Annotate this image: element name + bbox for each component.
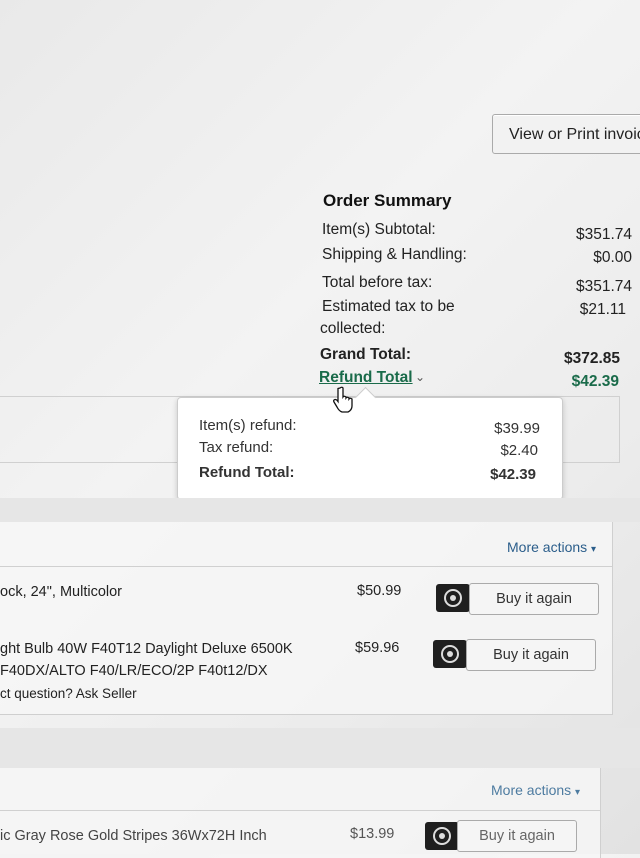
popover-refund-total-label: Refund Total: <box>199 464 295 481</box>
estimated-tax-value: $21.11 <box>579 301 626 318</box>
item-price: $13.99 <box>350 826 395 842</box>
estimated-tax-label-cont: collected: <box>320 320 386 337</box>
buy-again-icon[interactable] <box>433 640 467 668</box>
divider <box>0 566 612 567</box>
item-title[interactable]: ic Gray Rose Gold Stripes 36Wx72H Inch <box>0 828 267 844</box>
buy-again-icon[interactable] <box>436 584 470 612</box>
chevron-down-icon[interactable]: ⌄ <box>415 370 425 384</box>
more-actions-button[interactable]: More actions ▾ <box>491 782 580 798</box>
panel-border-right <box>619 396 620 462</box>
items-refund-value: $39.99 <box>494 420 540 437</box>
more-actions-label: More actions <box>491 782 572 798</box>
item-title[interactable]: ock, 24", Multicolor <box>0 584 122 600</box>
item-title[interactable]: ght Bulb 40W F40T12 Daylight Deluxe 6500… <box>0 641 293 657</box>
chevron-down-icon: ▾ <box>575 787 581 798</box>
items-refund-label: Item(s) refund: <box>199 417 297 434</box>
grand-total-value: $372.85 <box>563 350 620 367</box>
refund-total-link[interactable]: Refund Total <box>319 369 413 387</box>
item-price: $50.99 <box>357 583 402 599</box>
popover-refund-total-value: $42.39 <box>490 466 536 483</box>
grand-total-label: Grand Total: <box>320 346 411 363</box>
refund-total-value: $42.39 <box>571 373 619 390</box>
more-actions-button[interactable]: More actions ▾ <box>507 539 596 555</box>
item-price: $59.96 <box>355 640 400 656</box>
shipping-label: Shipping & Handling: <box>322 246 467 263</box>
subtotal-label: Item(s) Subtotal: <box>322 221 436 238</box>
subtotal-value: $351.74 <box>575 226 632 243</box>
total-before-tax-value: $351.74 <box>575 278 632 295</box>
tax-refund-label: Tax refund: <box>199 439 274 456</box>
buy-it-again-button[interactable]: Buy it again <box>469 583 599 615</box>
buy-it-again-button[interactable]: Buy it again <box>466 639 596 671</box>
ask-seller-link[interactable]: ct question? Ask Seller <box>0 686 137 701</box>
buy-it-again-button[interactable]: Buy it again <box>457 820 577 852</box>
estimated-tax-label: Estimated tax to be <box>322 298 455 315</box>
tax-refund-value: $2.40 <box>500 442 538 459</box>
more-actions-label: More actions <box>507 539 588 555</box>
hand-cursor-icon <box>333 386 353 413</box>
shipping-value: $0.00 <box>593 249 632 266</box>
buy-again-icon[interactable] <box>425 822 459 850</box>
shipment-header-band <box>0 498 640 522</box>
total-before-tax-label: Total before tax: <box>322 274 433 291</box>
shipment-header-band <box>0 728 640 768</box>
chevron-down-icon: ▾ <box>591 544 597 555</box>
order-summary-title: Order Summary <box>323 191 452 210</box>
refund-popover: Item(s) refund: $39.99 Tax refund: $2.40… <box>177 397 563 500</box>
item-subtitle: F40DX/ALTO F40/LR/ECO/2P F40t12/DX <box>0 663 268 679</box>
view-print-invoice-button[interactable]: View or Print invoice <box>492 114 640 154</box>
divider <box>0 810 600 811</box>
